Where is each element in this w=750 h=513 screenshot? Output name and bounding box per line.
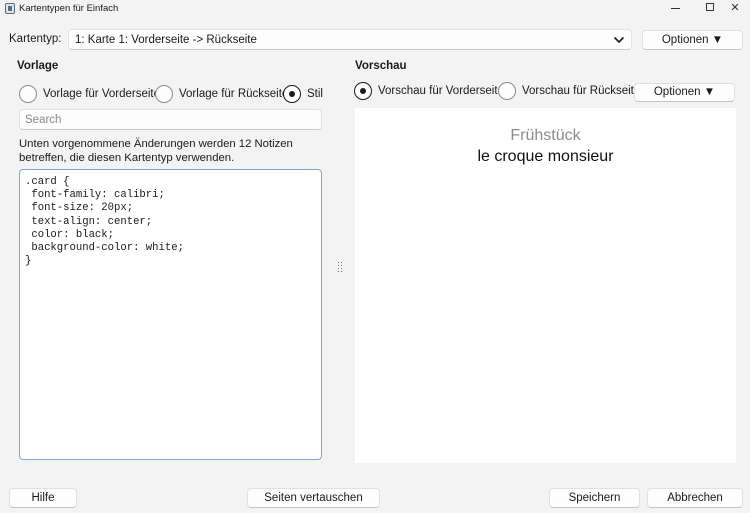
preview-options-button[interactable]: Optionen ▼ xyxy=(634,83,735,102)
window-title: Kartentypen für Einfach xyxy=(19,3,119,14)
change-notice: Unten vorgenommene Änderungen werden 12 … xyxy=(19,138,293,164)
search-input[interactable] xyxy=(19,109,322,130)
radio-label: Vorschau für Vorderseite xyxy=(378,85,504,97)
radio-indicator xyxy=(498,82,516,100)
card-type-select[interactable]: 1: Karte 1: Vorderseite -> Rückseite xyxy=(68,29,632,50)
save-button[interactable]: Speichern xyxy=(549,488,640,508)
splitter-handle[interactable] xyxy=(338,262,342,274)
radio-indicator xyxy=(155,85,173,103)
app-icon xyxy=(5,3,15,14)
template-section-title: Vorlage xyxy=(17,60,59,72)
title-bar: Kartentypen für Einfach ✕ xyxy=(0,0,750,18)
template-editor[interactable]: .card { font-family: calibri; font-size:… xyxy=(19,169,322,460)
preview-front-text: Frühstück xyxy=(510,127,581,144)
swap-sides-button[interactable]: Seiten vertauschen xyxy=(247,488,380,508)
cancel-button[interactable]: Abbrechen xyxy=(647,488,743,508)
close-button[interactable]: ✕ xyxy=(720,0,750,18)
maximize-icon xyxy=(706,3,714,12)
radio-label: Vorlage für Rückseite xyxy=(179,88,289,100)
card-type-options-button[interactable]: Optionen ▼ xyxy=(642,30,743,50)
minimize-button[interactable] xyxy=(657,0,693,18)
radio-indicator xyxy=(354,82,372,100)
radio-label: Stil xyxy=(307,88,323,100)
card-type-selected-value: 1: Karte 1: Vorderseite -> Rückseite xyxy=(75,34,257,46)
card-type-label: Kartentyp: xyxy=(9,33,62,45)
radio-indicator xyxy=(19,85,37,103)
chevron-down-icon xyxy=(613,36,625,44)
preview-back-text: le croque monsieur xyxy=(477,148,614,165)
help-button[interactable]: Hilfe xyxy=(9,488,77,508)
card-types-dialog: Kartentypen für Einfach ✕ Kartentyp: 1: … xyxy=(0,0,750,513)
preview-section-title: Vorschau xyxy=(355,60,407,72)
radio-indicator xyxy=(283,85,301,103)
minimize-icon xyxy=(670,7,680,9)
radio-label: Vorlage für Vorderseite xyxy=(43,88,160,100)
radio-label: Vorschau für Rückseite xyxy=(522,85,641,97)
card-preview: Frühstück le croque monsieur xyxy=(355,108,736,463)
